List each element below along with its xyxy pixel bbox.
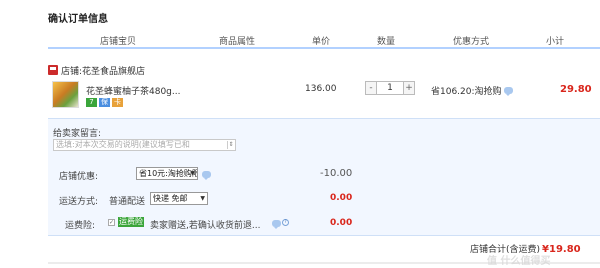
help-icon[interactable]: ? bbox=[282, 219, 289, 226]
chevron-down-icon: ▼ bbox=[200, 195, 205, 202]
resize-handle-icon[interactable]: ⇕ bbox=[227, 141, 234, 149]
promo-text: 省106.20:淘抢购 bbox=[431, 87, 502, 97]
shipping-method-text: 普通配送 bbox=[109, 197, 146, 207]
column-header-row: 店铺宝贝 商品属性 单价 数量 优惠方式 小计 bbox=[0, 31, 600, 47]
seller-message-input[interactable]: 选填:对本次交易的说明(建议填写已和 ⇕ bbox=[53, 139, 236, 151]
store-icon bbox=[48, 65, 58, 75]
quantity-stepper: - 1 + bbox=[365, 81, 415, 95]
seller-message-placeholder: 选填:对本次交易的说明(建议填写已和 bbox=[56, 140, 190, 149]
store-discount-selected: 省10元:淘抢购限时 bbox=[139, 169, 197, 178]
chat-icon[interactable] bbox=[202, 171, 211, 180]
quantity-increase-button[interactable]: + bbox=[403, 81, 415, 95]
store-discount-select[interactable]: 省10元:淘抢购限时 ▼ bbox=[136, 167, 198, 180]
chat-icon[interactable] bbox=[503, 87, 513, 96]
seven-day-return-badge[interactable]: 7 bbox=[86, 98, 97, 107]
product-title-link[interactable]: 花圣蜂蜜柚子茶480g... bbox=[86, 84, 180, 97]
unit-price: 136.00 bbox=[305, 84, 337, 94]
store-row: 店铺: 花圣食品旗舰店 bbox=[48, 63, 145, 77]
order-options-panel: 给卖家留言: 选填:对本次交易的说明(建议填写已和 ⇕ 店铺优惠: 省10元:淘… bbox=[48, 118, 600, 236]
store-discount-amount: -10.00 bbox=[320, 168, 353, 179]
chevron-down-icon: ▼ bbox=[190, 170, 195, 177]
quantity-decrease-button[interactable]: - bbox=[365, 81, 377, 95]
page-title: 确认订单信息 bbox=[48, 14, 108, 25]
store-prefix: 店铺: bbox=[61, 66, 83, 77]
column-header-subtotal: 小计 bbox=[546, 37, 565, 47]
insurance-tag: 运费险 bbox=[118, 217, 144, 227]
column-header-item: 店铺宝贝 bbox=[100, 37, 137, 47]
header-divider bbox=[48, 47, 600, 49]
guarantee-badge[interactable]: 保 bbox=[99, 98, 110, 107]
service-badges: 7 保 卡 bbox=[86, 98, 123, 107]
column-header-price: 单价 bbox=[312, 37, 331, 47]
column-header-discount: 优惠方式 bbox=[453, 37, 490, 47]
shipping-amount: 0.00 bbox=[330, 193, 353, 203]
promo-info: 省106.20:淘抢购 bbox=[431, 84, 513, 97]
shipping-selected: 快递 免邮 bbox=[153, 194, 188, 203]
order-item-row: 花圣蜂蜜柚子茶480g... 7 保 卡 136.00 - 1 + 省106.2… bbox=[48, 80, 600, 117]
insurance-label: 运费险: bbox=[65, 221, 96, 231]
credit-card-badge[interactable]: 卡 bbox=[112, 98, 123, 107]
chat-icon[interactable] bbox=[272, 220, 281, 229]
column-header-quantity: 数量 bbox=[377, 37, 396, 47]
insurance-checkbox[interactable]: ✓ bbox=[108, 219, 115, 226]
item-subtotal: 29.80 bbox=[560, 84, 592, 95]
insurance-description: 卖家赠送,若确认收货前退... bbox=[150, 221, 261, 231]
store-name-link[interactable]: 花圣食品旗舰店 bbox=[82, 64, 145, 77]
quantity-input[interactable]: 1 bbox=[377, 81, 403, 95]
insurance-amount: 0.00 bbox=[330, 218, 353, 228]
watermark-logo: 值 什么值得买 bbox=[487, 256, 551, 267]
seller-message-label: 给卖家留言: bbox=[53, 129, 102, 139]
column-header-attributes: 商品属性 bbox=[219, 37, 256, 47]
product-thumbnail[interactable] bbox=[52, 81, 79, 108]
shipping-label: 运送方式: bbox=[59, 197, 99, 207]
shipping-select[interactable]: 快递 免邮 ▼ bbox=[150, 192, 208, 205]
store-discount-label: 店铺优惠: bbox=[59, 172, 99, 182]
